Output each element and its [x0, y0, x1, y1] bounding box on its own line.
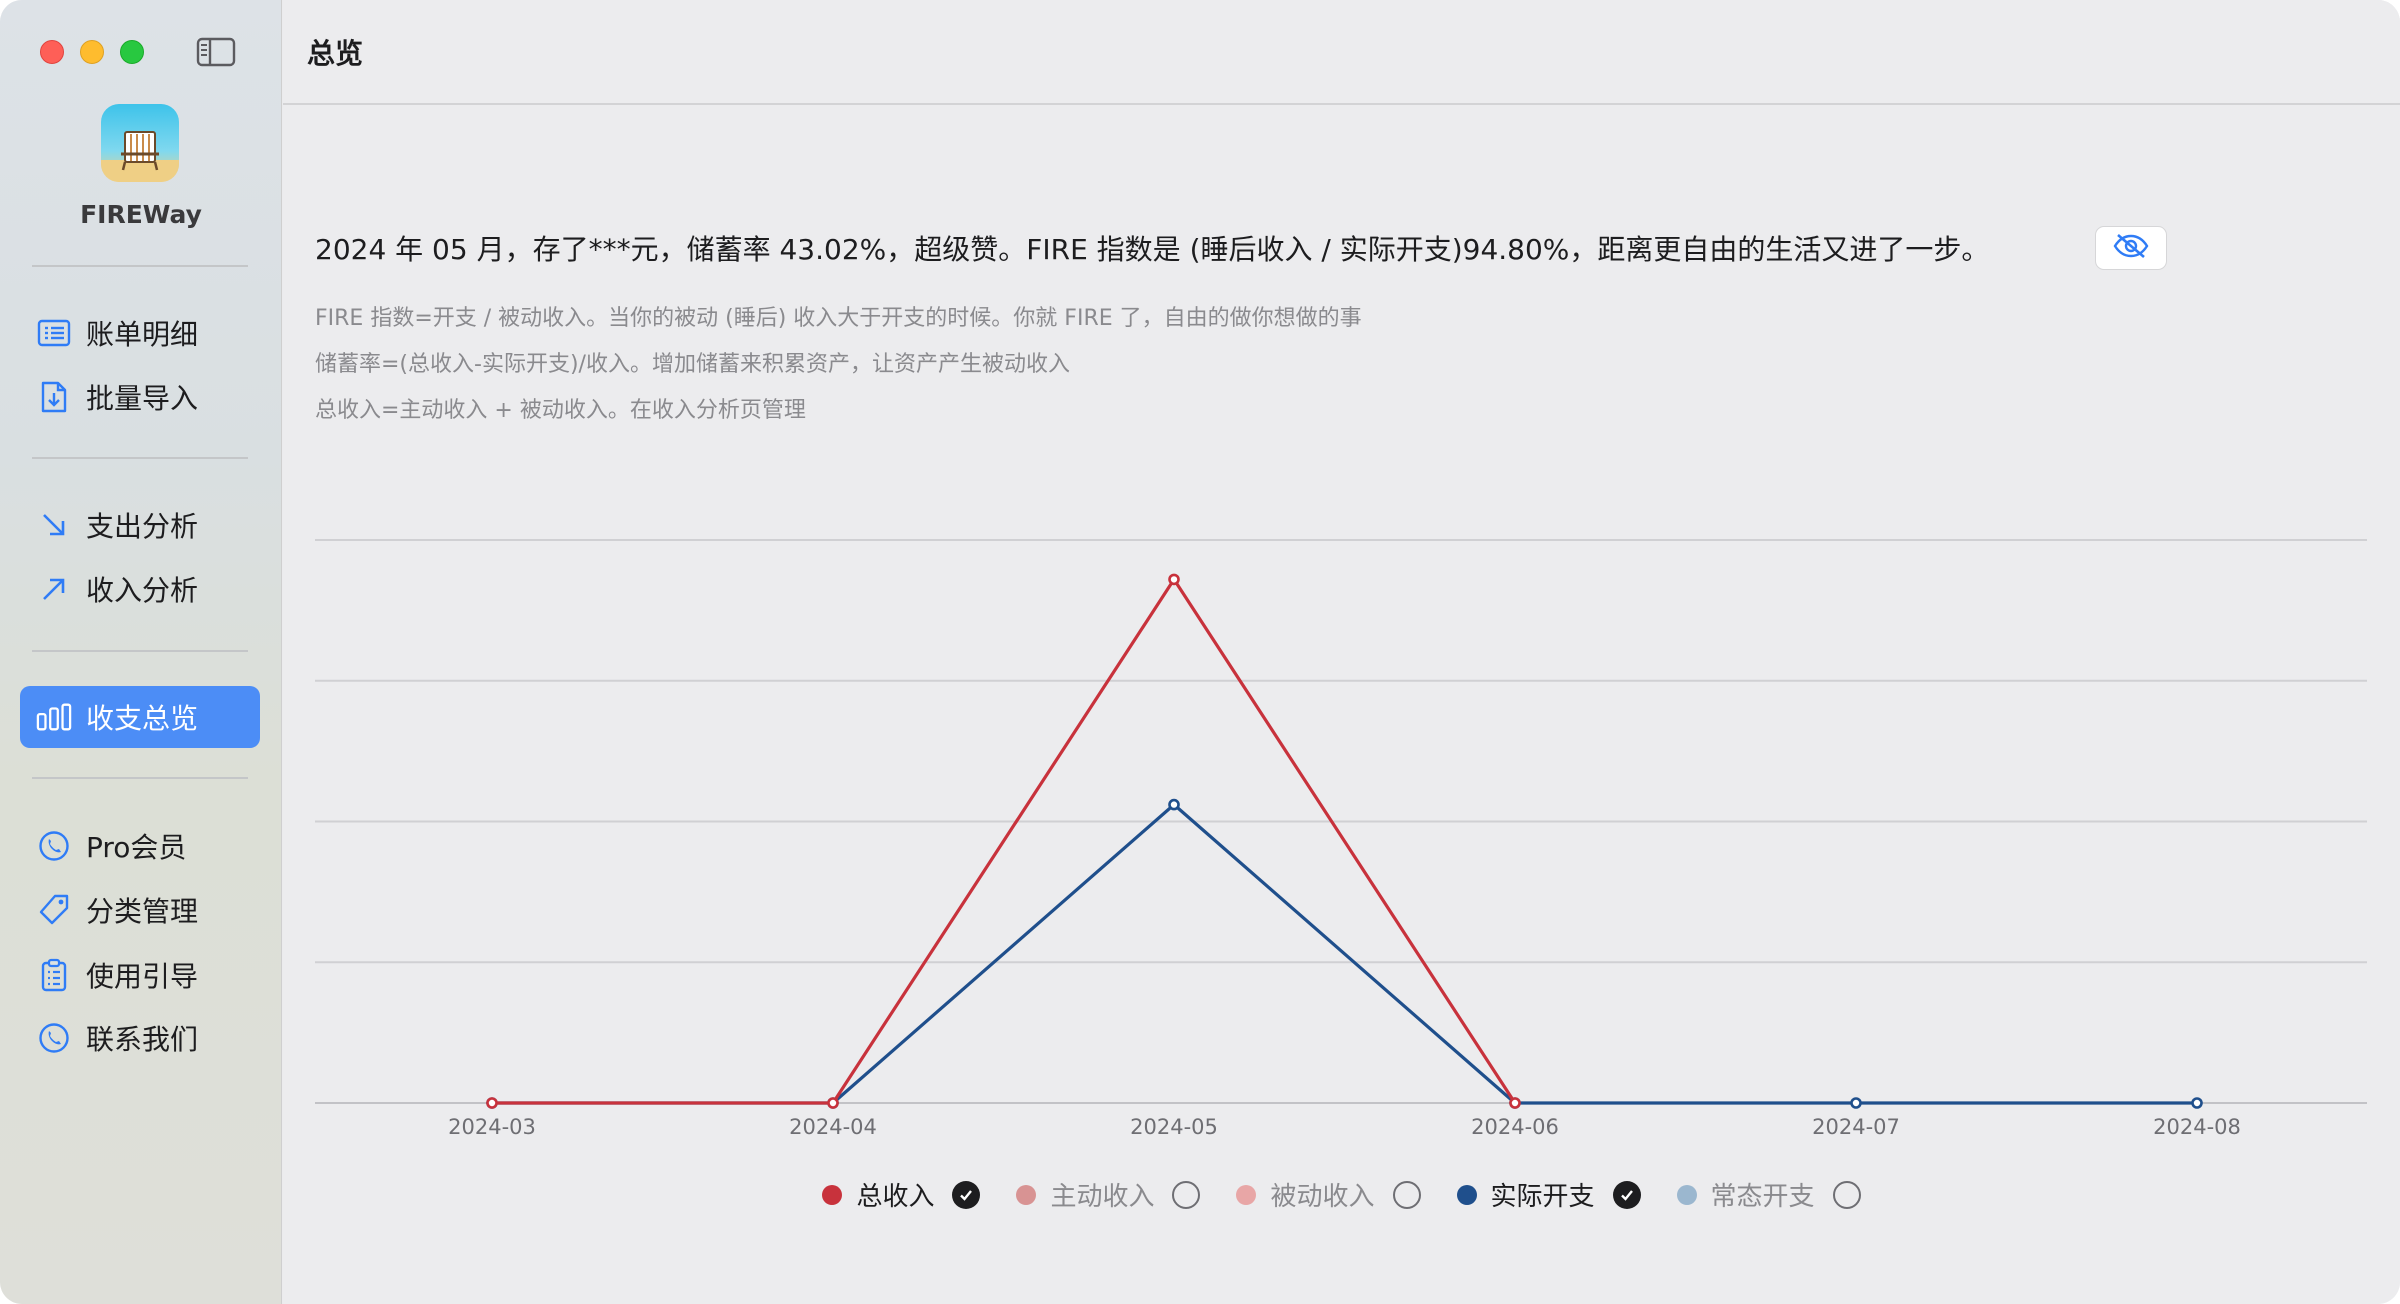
x-tick-label: 2024-08 — [2153, 1115, 2241, 1139]
sidebar-item-label: 支出分析 — [86, 510, 199, 543]
sidebar-item-label: 批量导入 — [86, 382, 199, 415]
clipboard-icon — [36, 957, 72, 993]
sidebar-item-income-analysis[interactable]: 收入分析 — [20, 558, 260, 620]
minimize-window-button[interactable] — [80, 40, 104, 64]
x-tick-label: 2024-06 — [1471, 1115, 1559, 1139]
data-point — [2191, 1097, 2203, 1109]
legend-item[interactable]: 实际开支 — [1456, 1176, 1641, 1213]
empty-circle-icon[interactable] — [1832, 1180, 1861, 1209]
page-title: 总览 — [307, 37, 364, 70]
total-income-note: 总收入=主动收入 + 被动收入。在收入分析页管理 — [315, 398, 806, 423]
import-file-icon — [36, 379, 72, 415]
bar-chart-icon — [36, 699, 72, 735]
sidebar-item-label: 分类管理 — [86, 895, 199, 928]
checkmark-circle-icon[interactable] — [952, 1180, 981, 1209]
legend-label: 主动收入 — [1050, 1182, 1155, 1212]
arrow-down-right-icon — [36, 507, 72, 543]
sidebar-divider — [32, 265, 248, 267]
tag-icon — [36, 892, 72, 928]
sidebar: FIREWay 账单明细 批量导入 支出分析 收入分析 收支总览 Pro会员 分… — [0, 0, 282, 1304]
app-window: FIREWay 账单明细 批量导入 支出分析 收入分析 收支总览 Pro会员 分… — [0, 0, 2400, 1304]
arrow-up-right-icon — [36, 571, 72, 607]
zoom-window-button[interactable] — [120, 40, 144, 64]
legend-color-dot — [822, 1184, 843, 1205]
empty-circle-icon[interactable] — [1392, 1180, 1421, 1209]
legend-color-dot — [1676, 1184, 1697, 1205]
main-content: 总览 2024 年 05 月，存了***元，储蓄率 43.02%，超级赞。FIR… — [283, 0, 2400, 1304]
x-tick-label: 2024-04 — [789, 1115, 877, 1139]
legend-label: 实际开支 — [1490, 1182, 1595, 1212]
data-point — [1168, 573, 1180, 586]
sidebar-item-label: 收支总览 — [86, 702, 199, 735]
income-expense-chart: 2024-03 2024-04 2024-05 2024-06 2024-07 2024-… — [315, 539, 2367, 1139]
sidebar-toggle-icon[interactable] — [196, 36, 236, 68]
phone-circle-icon — [36, 828, 72, 864]
series-line — [492, 803, 2197, 1105]
series-line — [492, 577, 1517, 1105]
title-bar: 总览 — [283, 0, 2400, 105]
app-logo — [101, 104, 179, 182]
sidebar-item-contact-us[interactable]: 联系我们 — [20, 1007, 260, 1069]
sidebar-item-label: 账单明细 — [86, 318, 199, 351]
sidebar-item-overview[interactable]: 收支总览 — [20, 686, 260, 748]
legend-item[interactable]: 常态开支 — [1676, 1176, 1861, 1213]
checkmark-circle-icon[interactable] — [1612, 1180, 1641, 1209]
data-point — [1168, 798, 1180, 811]
sidebar-item-bill-details[interactable]: 账单明细 — [20, 302, 260, 364]
legend-label: 常态开支 — [1710, 1182, 1815, 1212]
legend-label: 总收入 — [856, 1182, 935, 1212]
sidebar-divider — [32, 457, 248, 459]
legend-color-dot — [1016, 1184, 1037, 1205]
savings-summary: 2024 年 05 月，存了***元，储蓄率 43.02%，超级赞。FIRE 指… — [315, 233, 1990, 266]
legend-item[interactable]: 总收入 — [822, 1176, 981, 1213]
close-window-button[interactable] — [40, 40, 64, 64]
sidebar-divider — [32, 650, 248, 652]
x-tick-label: 2024-05 — [1130, 1115, 1218, 1139]
sidebar-item-label: 使用引导 — [86, 960, 199, 993]
data-point — [827, 1097, 839, 1109]
fire-index-note: FIRE 指数=开支 / 被动收入。当你的被动 (睡后) 收入大于开支的时候。你… — [315, 306, 1362, 331]
sidebar-item-label: Pro会员 — [86, 831, 187, 864]
sidebar-item-expense-analysis[interactable]: 支出分析 — [20, 494, 260, 556]
app-name: FIREWay — [80, 200, 202, 229]
data-point — [1850, 1097, 1862, 1109]
empty-circle-icon[interactable] — [1172, 1180, 1201, 1209]
legend-item[interactable]: 主动收入 — [1016, 1176, 1201, 1213]
list-icon — [36, 315, 72, 351]
sidebar-divider — [32, 777, 248, 779]
sidebar-item-batch-import[interactable]: 批量导入 — [20, 366, 260, 428]
sidebar-item-label: 联系我们 — [86, 1023, 199, 1056]
sidebar-item-category-management[interactable]: 分类管理 — [20, 879, 260, 941]
eye-slash-icon — [2112, 233, 2150, 263]
legend-color-dot — [1456, 1184, 1477, 1205]
x-tick-label: 2024-03 — [448, 1115, 536, 1139]
sidebar-item-label: 收入分析 — [86, 574, 199, 607]
legend-item[interactable]: 被动收入 — [1236, 1176, 1421, 1213]
sidebar-item-pro-membership[interactable]: Pro会员 — [20, 815, 260, 877]
sidebar-item-user-guide[interactable]: 使用引导 — [20, 944, 260, 1006]
x-tick-label: 2024-07 — [1812, 1115, 1900, 1139]
data-point — [486, 1097, 498, 1109]
legend-label: 被动收入 — [1270, 1182, 1375, 1212]
chart-legend: 总收入 主动收入 被动收入 实际开支 常态开支 — [283, 1176, 2400, 1213]
savings-rate-note: 储蓄率=(总收入-实际开支)/收入。增加储蓄来积累资产，让资产产生被动收入 — [315, 352, 1070, 377]
data-point — [1509, 1097, 1521, 1109]
legend-color-dot — [1236, 1184, 1257, 1205]
toggle-visibility-button[interactable] — [2095, 226, 2167, 270]
phone-circle-icon — [36, 1020, 72, 1056]
